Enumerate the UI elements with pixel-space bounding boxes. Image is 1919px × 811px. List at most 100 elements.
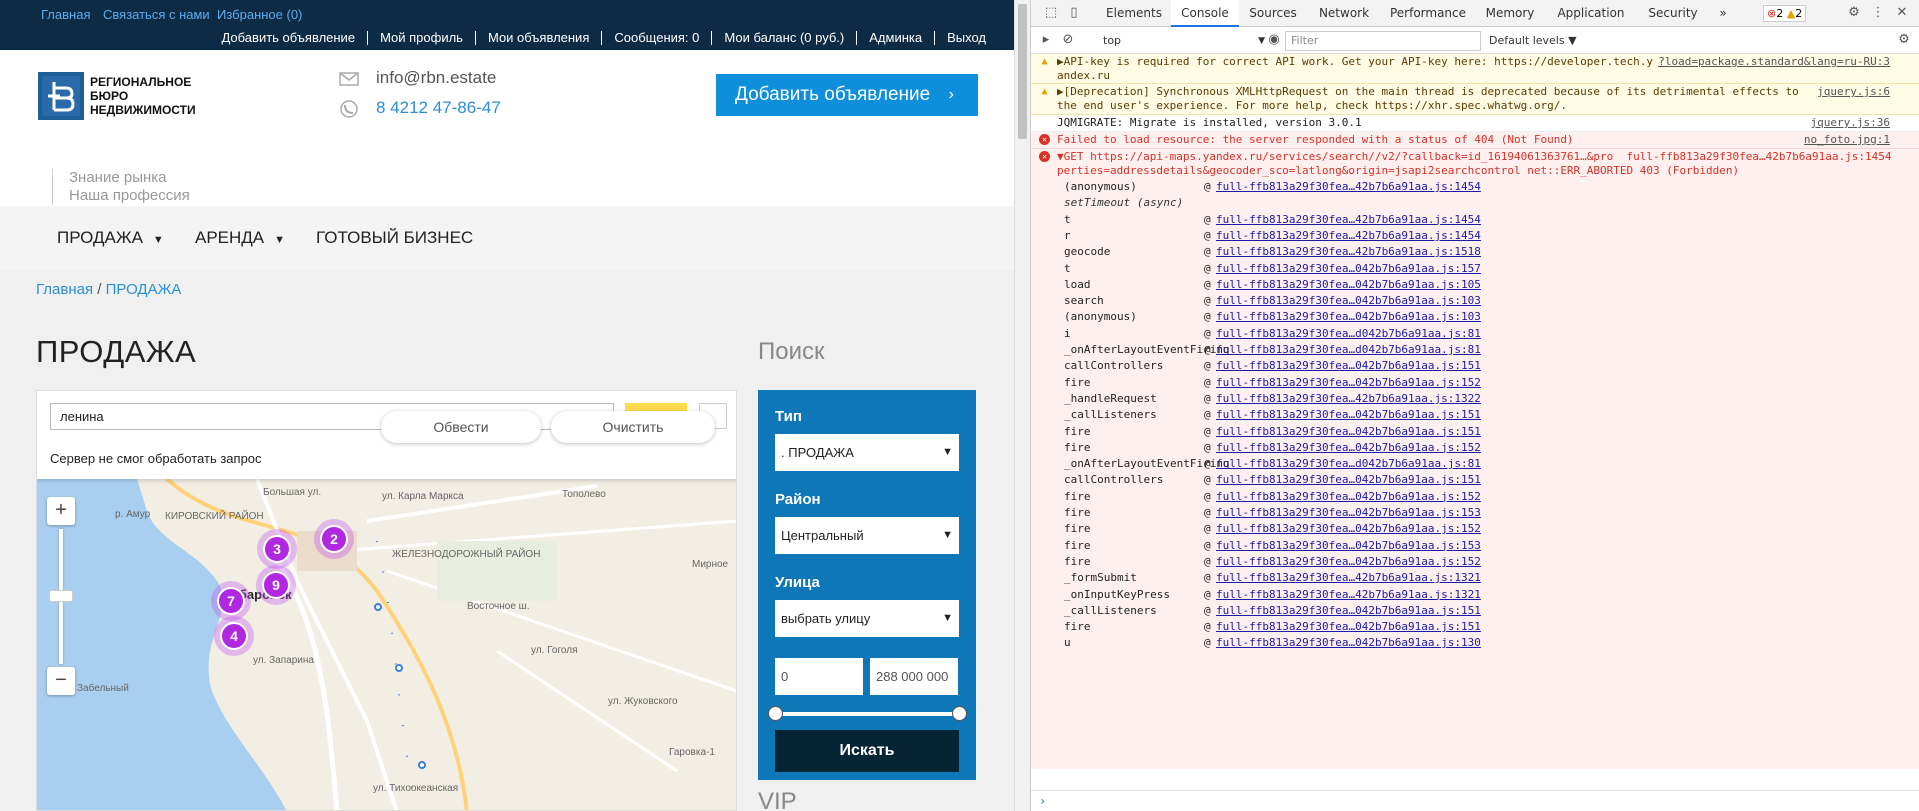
link-contact[interactable]: Связаться с нами [103, 7, 210, 22]
message-source[interactable]: jquery.js:6 [1817, 85, 1890, 99]
map-cluster[interactable]: 4 [214, 616, 254, 656]
tab-console[interactable]: Console [1171, 0, 1239, 27]
frame-source-link[interactable]: full-ffb813a29f30fea…042b7b6a91aa.js:151 [1216, 603, 1481, 619]
map-cluster[interactable]: 2 [314, 519, 354, 559]
frame-source-link[interactable]: full-ffb813a29f30fea…042b7b6a91aa.js:151 [1216, 472, 1481, 488]
tab-sources[interactable]: Sources [1239, 0, 1307, 27]
tab-network[interactable]: Network [1307, 0, 1381, 27]
district-select[interactable]: Центральный ▼ [775, 517, 959, 554]
clear-console-icon[interactable]: ⊘ [1059, 31, 1077, 49]
frame-source-link[interactable]: full-ffb813a29f30fea…042b7b6a91aa.js:153 [1216, 538, 1481, 554]
frame-source-link[interactable]: full-ffb813a29f30fea…042b7b6a91aa.js:103 [1216, 309, 1481, 325]
message-source[interactable]: ?load=package.standard&lang=ru-RU:3 [1658, 55, 1890, 69]
breadcrumb-home[interactable]: Главная [36, 281, 93, 298]
zoom-in-icon[interactable]: + [47, 497, 75, 525]
message-source[interactable]: no_foto.jpg:1 [1804, 133, 1890, 147]
map-cluster[interactable]: 3 [257, 529, 297, 569]
frame-source-link[interactable]: full-ffb813a29f30fea…d042b7b6a91aa.js:81 [1216, 326, 1481, 342]
map-cluster[interactable]: 7 [211, 581, 251, 621]
link-home[interactable]: Главная [41, 7, 90, 22]
type-select[interactable]: . ПРОДАЖА ▼ [775, 434, 959, 471]
usernav-logout[interactable]: Выход [934, 31, 998, 45]
frame-source-link[interactable]: full-ffb813a29f30fea…042b7b6a91aa.js:152 [1216, 375, 1481, 391]
frame-source-link[interactable]: full-ffb813a29f30fea…42b7b6a91aa.js:1454 [1216, 228, 1481, 244]
console-settings-icon[interactable]: ⚙ [1895, 31, 1913, 49]
contact-phone[interactable]: 8 4212 47-86-47 [340, 98, 501, 118]
nav-sale[interactable]: ПРОДАЖА ▼ [57, 228, 164, 248]
nav-business[interactable]: ГОТОВЫЙ БИЗНЕС [316, 228, 473, 248]
sidebar-toggle-icon[interactable]: ▸ [1037, 31, 1055, 49]
frame-source-link[interactable]: full-ffb813a29f30fea…042b7b6a91aa.js:152 [1216, 521, 1481, 537]
price-range-max-handle[interactable] [952, 706, 967, 721]
usernav-admin[interactable]: Админка [856, 31, 934, 45]
frame-source-link[interactable]: full-ffb813a29f30fea…42b7b6a91aa.js:1321 [1216, 587, 1481, 603]
usernav-my-ads[interactable]: Мои объявления [474, 31, 601, 45]
frame-source-link[interactable]: full-ffb813a29f30fea…042b7b6a91aa.js:152 [1216, 554, 1481, 570]
tab-elements[interactable]: Elements [1097, 0, 1171, 27]
usernav-add-ad[interactable]: Добавить объявление [209, 31, 367, 45]
zoom-slider-handle[interactable] [49, 590, 73, 602]
logo-icon[interactable] [38, 72, 84, 120]
frame-source-link[interactable]: full-ffb813a29f30fea…42b7b6a91aa.js:1321 [1216, 570, 1481, 586]
message-source[interactable]: jquery.js:36 [1811, 116, 1890, 130]
frame-source-link[interactable]: full-ffb813a29f30fea…042b7b6a91aa.js:151 [1216, 619, 1481, 635]
tab-security[interactable]: Security [1637, 0, 1709, 27]
link-favorites[interactable]: Избранное (0) [217, 7, 302, 22]
frame-source-link[interactable]: full-ffb813a29f30fea…42b7b6a91aa.js:1518 [1216, 244, 1481, 260]
inspect-icon[interactable]: ⬚ [1042, 4, 1060, 22]
breadcrumb-current[interactable]: ПРОДАЖА [106, 281, 182, 298]
zoom-out-icon[interactable]: − [47, 667, 75, 695]
more-tabs-button[interactable]: » [1713, 0, 1733, 27]
console-message[interactable]: JQMIGRATE: Migrate is installed, version… [1031, 115, 1919, 132]
console-message[interactable]: ▲ ▶API-key is required for correct API w… [1031, 54, 1919, 84]
frame-source-link[interactable]: full-ffb813a29f30fea…042b7b6a91aa.js:157 [1216, 261, 1481, 277]
tab-memory[interactable]: Memory [1475, 0, 1545, 27]
console-filter-input[interactable]: Filter [1285, 31, 1481, 51]
frame-source-link[interactable]: full-ffb813a29f30fea…42b7b6a91aa.js:1454 [1216, 179, 1481, 195]
issues-badge[interactable]: ⊗2 ▲2 [1763, 5, 1807, 22]
nav-rent[interactable]: АРЕНДА ▼ [195, 228, 285, 248]
console-message[interactable]: ▲ ▶[Deprecation] Synchronous XMLHttpRequ… [1031, 84, 1919, 115]
frame-source-link[interactable]: full-ffb813a29f30fea…042b7b6a91aa.js:130 [1216, 635, 1481, 651]
add-listing-button[interactable]: Добавить объявление › [716, 74, 978, 116]
device-toggle-icon[interactable]: ▯ [1065, 4, 1083, 22]
draw-area-button[interactable]: Обвести [381, 411, 541, 443]
search-submit-button[interactable]: Искать [775, 730, 959, 772]
tab-performance[interactable]: Performance [1381, 0, 1475, 27]
tab-application[interactable]: Application [1545, 0, 1637, 27]
price-range-track[interactable] [775, 712, 959, 716]
context-selector[interactable]: top ▼ [1103, 32, 1267, 50]
price-range-min-handle[interactable] [768, 706, 783, 721]
map-cluster[interactable]: 9 [256, 565, 296, 605]
frame-source-link[interactable]: full-ffb813a29f30fea…42b7b6a91aa.js:1454 [1216, 212, 1481, 228]
frame-source-link[interactable]: full-ffb813a29f30fea…42b7b6a91aa.js:1322 [1216, 391, 1481, 407]
console-prompt[interactable]: › [1031, 790, 1919, 811]
frame-source-link[interactable]: full-ffb813a29f30fea…042b7b6a91aa.js:152 [1216, 489, 1481, 505]
page-scrollbar[interactable] [1014, 0, 1030, 811]
frame-source-link[interactable]: full-ffb813a29f30fea…042b7b6a91aa.js:151 [1216, 358, 1481, 374]
yandex-map[interactable]: ленина Найти Сервер не смог обработать з… [36, 390, 737, 811]
frame-source-link[interactable]: full-ffb813a29f30fea…042b7b6a91aa.js:103 [1216, 293, 1481, 309]
close-icon[interactable]: ✕ [1893, 4, 1911, 22]
console-message[interactable]: ✕ ▼GET https://api-maps.yandex.ru/servic… [1031, 149, 1919, 179]
frame-source-link[interactable]: full-ffb813a29f30fea…042b7b6a91aa.js:105 [1216, 277, 1481, 293]
contact-email[interactable]: info@rbn.estate [339, 68, 496, 88]
price-max-input[interactable]: 288 000 000 [870, 658, 958, 695]
price-min-input[interactable]: 0 [775, 658, 863, 695]
usernav-profile[interactable]: Мой профиль [367, 31, 475, 45]
frame-source-link[interactable]: full-ffb813a29f30fea…042b7b6a91aa.js:153 [1216, 505, 1481, 521]
usernav-balance[interactable]: Мои баланс (0 руб.) [711, 31, 856, 45]
clear-button[interactable]: Очистить [551, 411, 715, 443]
usernav-messages[interactable]: Сообщения: 0 [601, 31, 711, 45]
log-levels-dropdown[interactable]: Default levels ▼ [1489, 32, 1577, 50]
frame-source-link[interactable]: full-ffb813a29f30fea…042b7b6a91aa.js:152 [1216, 440, 1481, 456]
street-select[interactable]: выбрать улицу ▼ [775, 600, 959, 637]
kebab-menu-icon[interactable]: ⋮ [1869, 4, 1887, 22]
eye-icon[interactable]: ◉ [1265, 31, 1283, 49]
frame-source-link[interactable]: full-ffb813a29f30fea…042b7b6a91aa.js:151 [1216, 424, 1481, 440]
frame-source-link[interactable]: full-ffb813a29f30fea…d042b7b6a91aa.js:81 [1216, 456, 1481, 472]
console-message[interactable]: ✕ Failed to load resource: the server re… [1031, 132, 1919, 149]
frame-source-link[interactable]: full-ffb813a29f30fea…042b7b6a91aa.js:151 [1216, 407, 1481, 423]
frame-source-link[interactable]: full-ffb813a29f30fea…d042b7b6a91aa.js:81 [1216, 342, 1481, 358]
scrollbar-thumb[interactable] [1018, 4, 1027, 139]
